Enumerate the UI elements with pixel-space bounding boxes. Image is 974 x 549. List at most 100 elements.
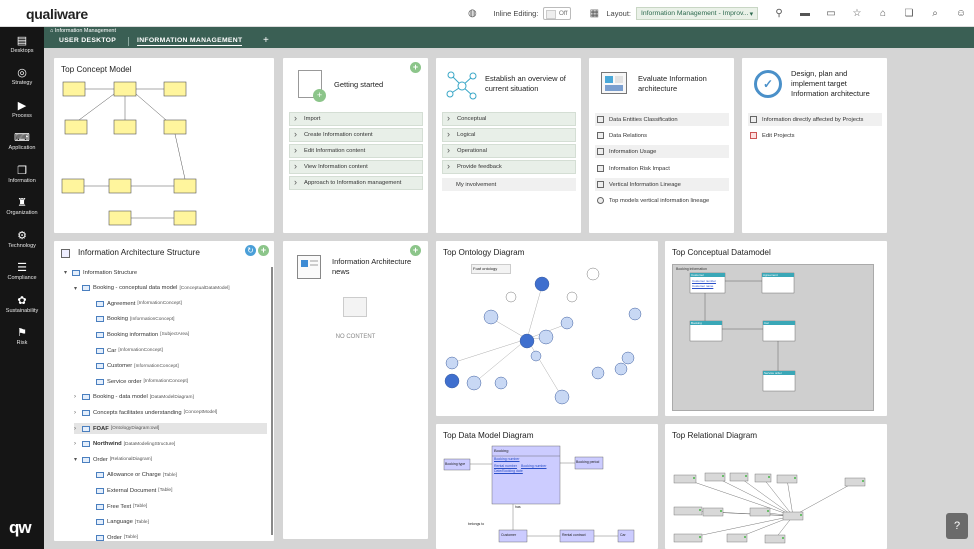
evaluate-item[interactable]: Top models vertical information lineage xyxy=(595,194,729,207)
qualiware-logo[interactable]: qualiware xyxy=(26,6,88,22)
sidebar-item-sustainability[interactable]: ✿ Sustainability xyxy=(0,295,44,314)
tab-information-management[interactable]: INFORMATION MANAGEMENT xyxy=(137,37,243,46)
globe-icon[interactable]: ◍ xyxy=(459,0,485,27)
sidebar-item-label: Application xyxy=(8,145,36,151)
user-icon[interactable]: ☺ xyxy=(948,0,974,27)
tree-item[interactable]: Agreement [InformationConcept] xyxy=(88,298,182,309)
add-button[interactable]: + xyxy=(258,245,269,256)
tree-item[interactable]: › Northwind [DataModelingStructure] xyxy=(74,439,175,450)
expand-chevron-icon[interactable]: › xyxy=(74,394,82,400)
ontology-diagram[interactable] xyxy=(436,241,658,416)
tree-item[interactable]: Allowance or Charge [Table] xyxy=(88,470,177,481)
no-content-label: NO CONTENT xyxy=(335,334,376,340)
sidebar-item-process[interactable]: ▶ Process xyxy=(0,100,44,119)
evaluate-item[interactable]: Data Entities Classification xyxy=(595,113,729,126)
tree-item[interactable]: Service order [InformationConcept] xyxy=(88,376,188,387)
overview-provide-feedback[interactable]: Provide feedback xyxy=(442,160,576,174)
overview-card: Establish an overview of current situatio… xyxy=(436,58,581,233)
expand-chevron-icon[interactable]: ▾ xyxy=(74,285,82,292)
refresh-icon[interactable]: ↻ xyxy=(245,245,256,256)
tree-item[interactable]: ▾ Information Structure xyxy=(64,267,139,278)
getting-started-edit[interactable]: Edit Information content xyxy=(289,144,423,158)
sidebar-item-technology[interactable]: ⚙ Technology xyxy=(0,230,44,249)
evaluate-item[interactable]: Information Risk Impact xyxy=(595,162,729,175)
tree-item[interactable]: Customer [InformationConcept] xyxy=(88,361,179,372)
tree-item[interactable]: Free Text [Table] xyxy=(88,501,147,512)
tree-item[interactable]: Car [InformationConcept] xyxy=(88,345,163,356)
folder-icon[interactable]: ▬ xyxy=(792,0,818,27)
title-line: Information Architecture xyxy=(332,257,412,266)
evaluate-item[interactable]: Data Relations xyxy=(595,129,729,142)
overview-logical[interactable]: Logical xyxy=(442,128,576,142)
tree-item-type: [Table] xyxy=(133,504,148,509)
tree-item[interactable]: ▾ Order [RelationalDiagram] xyxy=(74,454,152,465)
sidebar-item-compliance[interactable]: ☰ Compliance xyxy=(0,262,44,281)
search-icon[interactable]: ⌕ xyxy=(922,0,948,27)
help-button[interactable]: ? xyxy=(946,513,968,539)
breadcrumb[interactable]: ⌂ Information Management xyxy=(50,28,116,34)
sidebar-item-desktops[interactable]: ▤ Desktops xyxy=(0,35,44,54)
tree-item[interactable]: Language [Table] xyxy=(88,517,149,528)
tree-item[interactable]: ▾ Booking - conceptual data model [Concept… xyxy=(74,283,230,294)
expand-chevron-icon[interactable]: › xyxy=(74,410,82,416)
sidebar-item-information[interactable]: ❐ Information xyxy=(0,165,44,184)
sidebar-item-label: Information xyxy=(8,178,36,184)
evaluate-item[interactable]: Vertical Information Lineage xyxy=(595,178,729,191)
field-label: Date/Booking date xyxy=(494,469,523,473)
cart-icon[interactable]: ⌂ xyxy=(870,0,896,27)
relation-label: belongs to xyxy=(468,522,485,526)
add-button[interactable]: + xyxy=(410,62,421,73)
getting-started-import[interactable]: Import xyxy=(289,112,423,126)
layout-select[interactable]: Information Management - Improv... ▾ xyxy=(636,7,758,20)
tree-item-label: Booking information xyxy=(107,331,159,338)
sidebar-item-risk[interactable]: ⚑ Risk xyxy=(0,327,44,346)
inline-editing-label: Inline Editing: xyxy=(493,9,539,18)
design-item[interactable]: Edit Projects xyxy=(748,129,882,142)
data-model-card: Top Data Model Diagram Booking Booking t… xyxy=(436,424,658,549)
getting-started-create[interactable]: Create Information content xyxy=(289,128,423,142)
tree-item-label: Order xyxy=(107,534,122,541)
add-tab-button[interactable]: + xyxy=(263,35,269,46)
tab-user-desktop[interactable]: USER DESKTOP xyxy=(59,37,116,44)
inline-editing-toggle[interactable]: Off xyxy=(543,7,572,20)
add-button[interactable]: + xyxy=(410,245,421,256)
technology-icon: ⚙ xyxy=(17,230,27,242)
object-type-icon xyxy=(82,394,90,401)
process-icon: ▶ xyxy=(17,100,27,112)
object-type-icon xyxy=(96,503,104,510)
entity-label: Customer xyxy=(691,273,705,277)
overview-my-involvement[interactable]: My involvement xyxy=(442,178,576,191)
tree-item[interactable]: › FOAF [OntologyDiagram:owl] xyxy=(74,423,267,434)
tree-item[interactable]: Booking information [SubjectArea] xyxy=(88,329,189,340)
sidebar-item-organization[interactable]: ♜ Organization xyxy=(0,197,44,216)
expand-chevron-icon[interactable]: › xyxy=(74,426,82,432)
copy-icon[interactable]: ❏ xyxy=(896,0,922,27)
star-icon[interactable]: ☆ xyxy=(844,0,870,27)
tree-item-type: [InformationConcept] xyxy=(118,348,163,353)
evaluate-item[interactable]: Information Usage xyxy=(595,145,729,158)
qw-mark-logo[interactable]: qw xyxy=(9,518,32,538)
overview-operational[interactable]: Operational xyxy=(442,144,576,158)
target-icon: ◎ xyxy=(17,67,27,79)
expand-chevron-icon[interactable]: ▾ xyxy=(74,456,82,463)
comment-icon[interactable]: ▭ xyxy=(818,0,844,27)
getting-started-approach[interactable]: Approach to Information management xyxy=(289,176,423,190)
sidebar-item-application[interactable]: ⌨ Application xyxy=(0,132,44,151)
overview-conceptual[interactable]: Conceptual xyxy=(442,112,576,126)
tree-item[interactable]: › Concepts facilitates understanding [Conc… xyxy=(74,407,217,418)
sidebar-item-strategy[interactable]: ◎ Strategy xyxy=(0,67,44,86)
expand-chevron-icon[interactable]: ▾ xyxy=(64,269,72,276)
tree-item[interactable]: External Document [Table] xyxy=(88,485,172,496)
scrollbar[interactable] xyxy=(271,267,273,535)
tree-item[interactable]: Booking [InformationConcept] xyxy=(88,314,174,325)
title-line: implement target xyxy=(791,79,847,88)
data-model-diagram[interactable] xyxy=(436,424,658,549)
tree-item[interactable]: › Booking - data model [DataModelDiagram] xyxy=(74,392,194,403)
relational-diagram[interactable] xyxy=(665,424,887,549)
design-item[interactable]: Information directly affected by Project… xyxy=(748,113,882,126)
pin-icon[interactable]: ⚲ xyxy=(766,0,792,27)
getting-started-view[interactable]: View Information content xyxy=(289,160,423,174)
expand-chevron-icon[interactable]: › xyxy=(74,441,82,447)
concept-model-diagram[interactable] xyxy=(54,58,274,233)
tree-item[interactable]: Order [Table] xyxy=(88,532,138,543)
